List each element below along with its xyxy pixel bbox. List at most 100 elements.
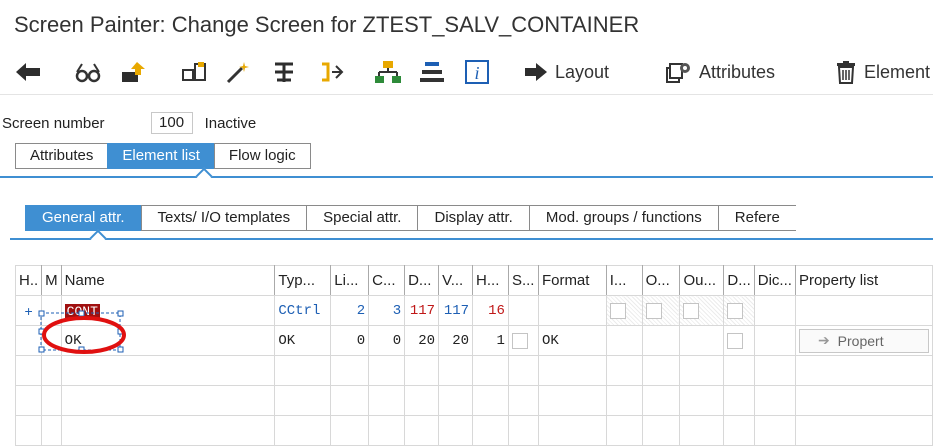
height-cell[interactable]: 16: [472, 295, 509, 326]
attributes-label: Attributes: [699, 61, 776, 82]
dict-checkbox[interactable]: [727, 303, 744, 320]
scroll-cell[interactable]: [507, 325, 539, 356]
output-checkbox[interactable]: [645, 303, 662, 320]
status-text: Inactive: [204, 114, 257, 132]
dic-cell: [753, 325, 796, 356]
col-header[interactable]: S...: [507, 265, 539, 296]
table-header-row: H.. M Name Typ... Li... C... D... V... H…: [14, 265, 933, 296]
col-header[interactable]: Name: [60, 265, 276, 296]
col-header[interactable]: Dic...: [753, 265, 796, 296]
layout-arrow-icon: [525, 63, 547, 81]
property-button-label: Propert: [837, 332, 884, 349]
col-header[interactable]: C...: [368, 265, 406, 296]
dict-cell[interactable]: [723, 295, 755, 326]
dict-cell[interactable]: [723, 325, 755, 356]
tab-display-attr[interactable]: Display attr.: [417, 205, 529, 231]
col-header[interactable]: H...: [472, 265, 509, 296]
col-header[interactable]: I...: [605, 265, 643, 296]
property-cell: [794, 295, 933, 326]
tab-indicator-caret: [195, 167, 213, 185]
scroll-cell: [507, 295, 539, 326]
vislen-cell[interactable]: 20: [438, 325, 474, 356]
tab-special-attr[interactable]: Special attr.: [306, 205, 418, 231]
column-cell[interactable]: 3: [368, 295, 406, 326]
row-mod-cell: [41, 325, 62, 356]
col-header[interactable]: D...: [404, 265, 440, 296]
col-header[interactable]: Format: [537, 265, 607, 296]
back-arrow-icon[interactable]: [14, 60, 42, 84]
column-cell[interactable]: 0: [368, 325, 406, 356]
tab-mod-groups-functions[interactable]: Mod. groups / functions: [528, 205, 718, 231]
format-cell[interactable]: [537, 295, 607, 326]
name-cell[interactable]: OK: [60, 325, 276, 356]
table-row: [14, 415, 933, 446]
screen-number-field[interactable]: 100: [150, 112, 193, 134]
screen-number-label: Screen number: [2, 114, 105, 132]
output-only-cell[interactable]: [679, 295, 725, 326]
align-icon[interactable]: [418, 60, 446, 84]
deflen-cell[interactable]: 20: [404, 325, 440, 356]
tab-texts-io-templates[interactable]: Texts/ I/O templates: [140, 205, 307, 231]
scroll-checkbox[interactable]: [511, 333, 528, 350]
input-cell[interactable]: [605, 295, 643, 326]
magic-wand-icon[interactable]: [224, 60, 252, 84]
input-checkbox[interactable]: [609, 303, 626, 320]
col-header[interactable]: H..: [14, 265, 43, 296]
line-cell[interactable]: 2: [330, 295, 370, 326]
table-row: [14, 355, 933, 386]
layout-button[interactable]: Layout: [523, 60, 609, 84]
vislen-cell[interactable]: 117: [438, 295, 474, 326]
line-cell[interactable]: 0: [330, 325, 370, 356]
tab-references[interactable]: Refere: [717, 205, 796, 231]
table-row[interactable]: + CONT CCtrl 2 3 117 117 16: [14, 295, 933, 326]
split-icon[interactable]: [316, 60, 344, 84]
name-cell[interactable]: CONT: [60, 295, 276, 326]
tab-element-list[interactable]: Element list: [107, 143, 214, 169]
info-icon[interactable]: i: [464, 60, 492, 84]
element-label: Element: [864, 61, 931, 82]
col-header[interactable]: V...: [438, 265, 474, 296]
property-cell: ➔ Propert: [794, 325, 933, 356]
transport-icon[interactable]: [119, 60, 147, 84]
col-header[interactable]: Ou...: [679, 265, 725, 296]
tab-flow-logic[interactable]: Flow logic: [213, 143, 311, 169]
height-cell[interactable]: 1: [472, 325, 509, 356]
type-cell[interactable]: CCtrl: [274, 295, 332, 326]
format-cell[interactable]: OK: [537, 325, 607, 356]
deflen-cell[interactable]: 117: [404, 295, 440, 326]
col-header[interactable]: Typ...: [274, 265, 332, 296]
output-cell: [641, 325, 681, 356]
row-expand: [14, 325, 43, 356]
arrow-right-icon: ➔: [817, 332, 830, 348]
col-header[interactable]: Li...: [330, 265, 370, 296]
col-header[interactable]: D...: [723, 265, 755, 296]
type-cell[interactable]: OK: [274, 325, 332, 356]
toolbar: i Layout Attributes Element: [0, 50, 933, 95]
attributes-icon: [666, 63, 690, 83]
sub-tabs: General attr. Texts/ I/O templates Speci…: [25, 205, 796, 231]
trash-icon: [837, 61, 855, 84]
element-button[interactable]: Element: [834, 60, 930, 84]
row-expand[interactable]: +: [14, 295, 43, 326]
screen-number-row: Screen number 100 Inactive: [2, 112, 256, 134]
col-header[interactable]: Property list: [794, 265, 933, 296]
col-header[interactable]: M: [41, 265, 62, 296]
tree-icon[interactable]: [374, 60, 402, 84]
subtab-underline: [10, 238, 933, 240]
cut-icon[interactable]: [271, 60, 299, 84]
property-button[interactable]: ➔ Propert: [798, 328, 929, 353]
tab-general-attr[interactable]: General attr.: [25, 205, 141, 231]
glasses-icon[interactable]: [74, 60, 102, 84]
input-cell: [605, 325, 643, 356]
output-cell[interactable]: [641, 295, 681, 326]
tab-attributes[interactable]: Attributes: [15, 143, 108, 169]
output-only-checkbox[interactable]: [683, 303, 700, 320]
output-only-cell: [679, 325, 725, 356]
attributes-button[interactable]: Attributes: [665, 60, 775, 84]
element-list-table: H.. M Name Typ... Li... C... D... V... H…: [14, 265, 933, 446]
table-row[interactable]: OK OK 0 0 20 20 1 OK ➔ Propert: [14, 325, 933, 356]
element-name[interactable]: CONT: [64, 303, 100, 320]
dict-checkbox[interactable]: [727, 333, 744, 350]
col-header[interactable]: O...: [641, 265, 681, 296]
hierarchy-icon[interactable]: [180, 60, 208, 84]
